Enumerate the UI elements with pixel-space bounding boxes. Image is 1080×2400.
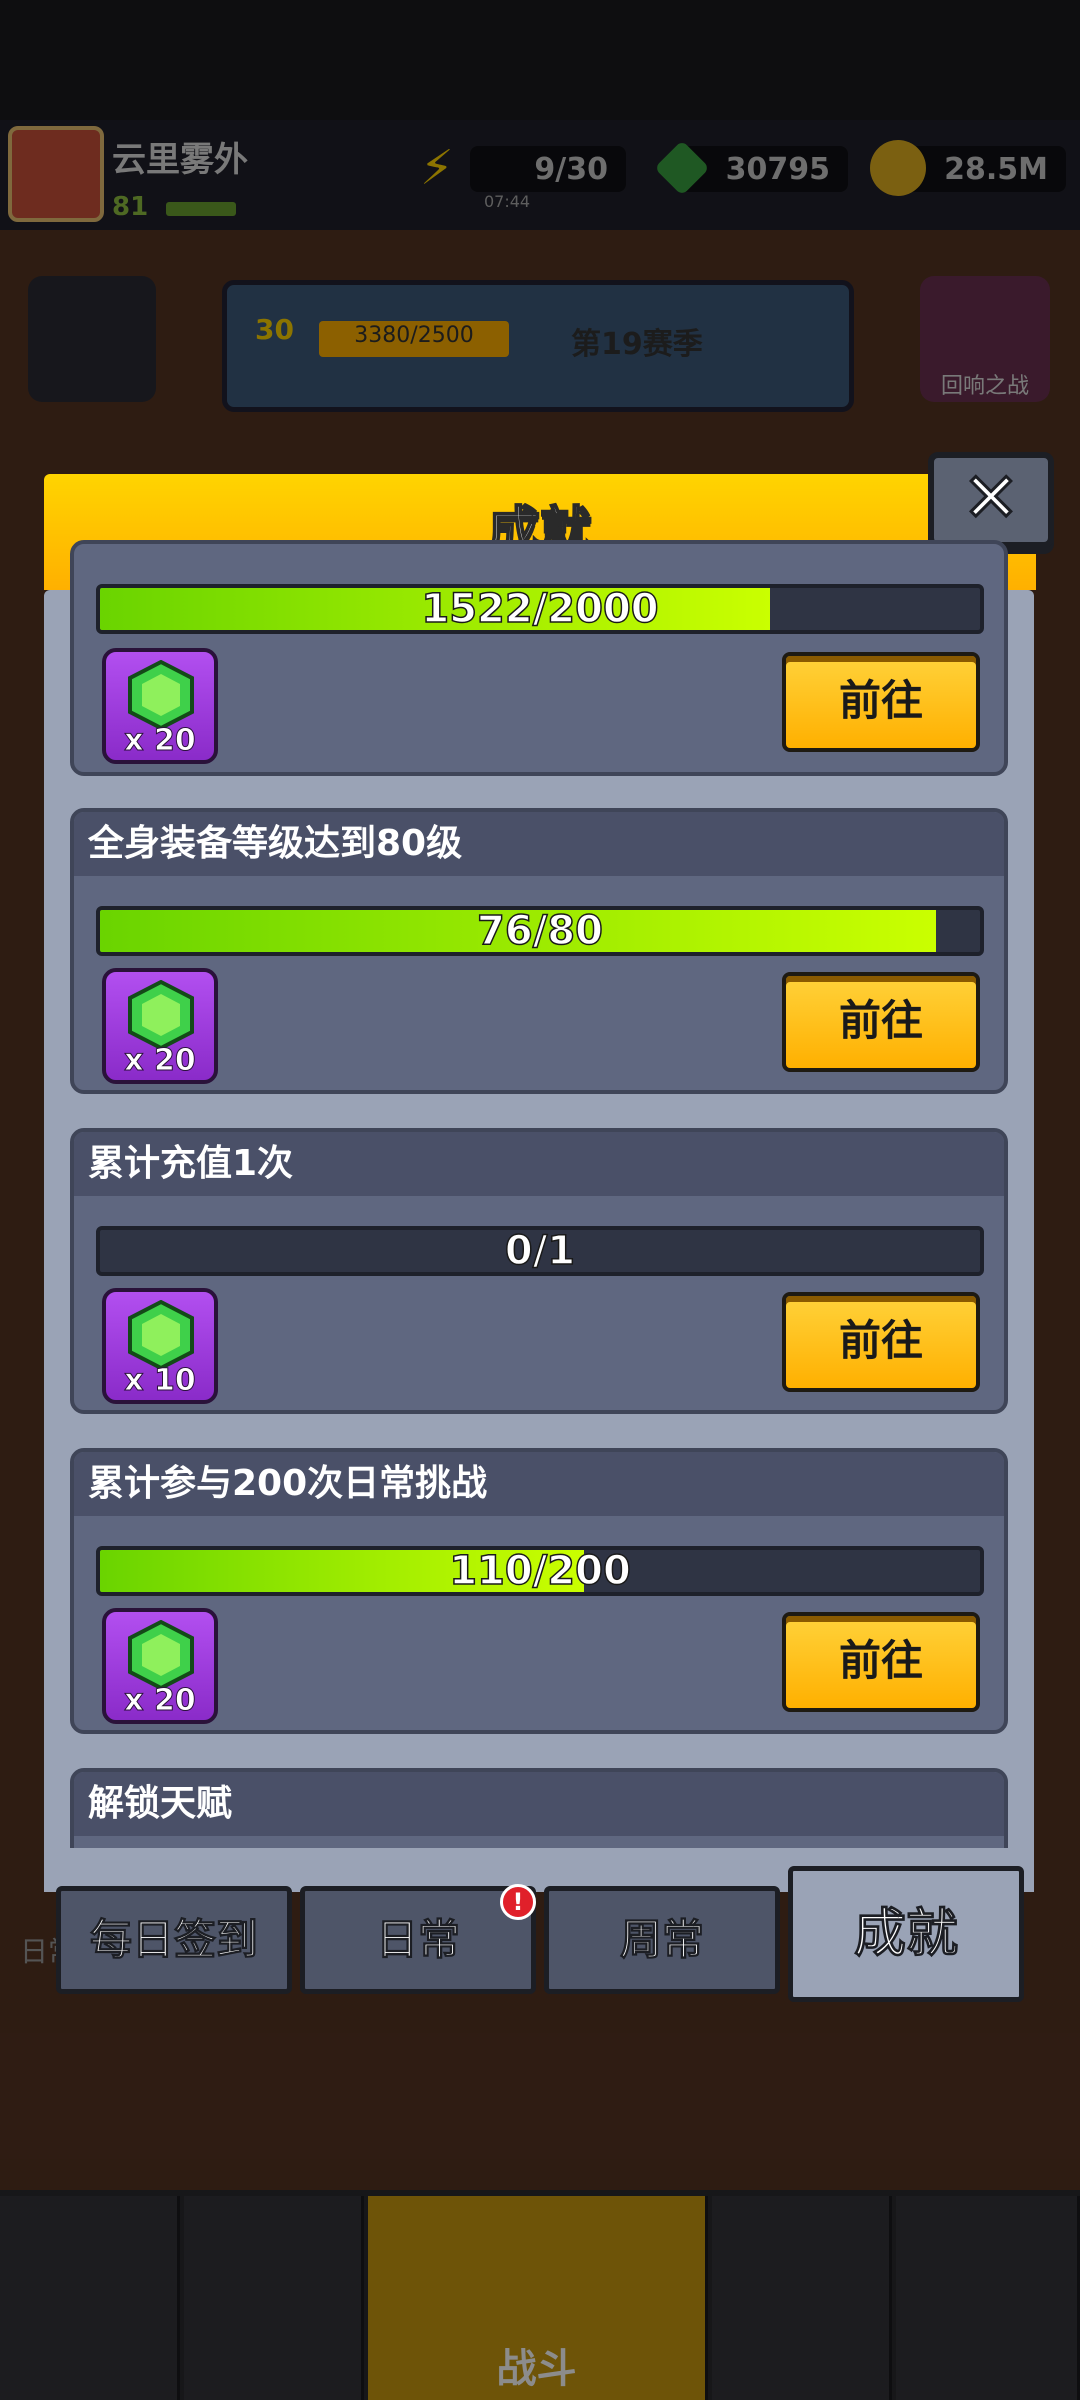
reward-gem[interactable]: x 20	[102, 1608, 218, 1724]
achievement-title: 解锁天赋	[88, 1783, 233, 1824]
progress-bar: 1522/2000	[96, 584, 984, 634]
achievement-card-1: 1522/2000 x 20 前往	[70, 540, 1008, 776]
card-header: 累计参与200次日常挑战	[74, 1452, 1004, 1516]
tab-weekly[interactable]: 周常	[544, 1886, 780, 1994]
card-header: 全身装备等级达到80级	[74, 812, 1004, 876]
tab-daily-checkin[interactable]: 每日签到	[56, 1886, 292, 1994]
achievement-card-2: 全身装备等级达到80级 76/80 x 20 前往	[70, 808, 1008, 1094]
alert-badge: !	[500, 1884, 536, 1920]
progress-bar: 110/200	[96, 1546, 984, 1596]
achievement-title: 累计充值1次	[88, 1143, 294, 1184]
go-button[interactable]: 前往	[782, 652, 980, 752]
tab-achievements[interactable]: 成就	[788, 1866, 1024, 2002]
reward-qty: x 20	[124, 1043, 197, 1079]
reward-qty: x 20	[124, 723, 197, 759]
card-header: 累计充值1次	[74, 1132, 1004, 1196]
reward-gem[interactable]: x 20	[102, 968, 218, 1084]
progress-text: 1522/2000	[421, 586, 660, 632]
card-header: 解锁天赋	[74, 1772, 1004, 1836]
achievement-card-3: 累计充值1次 0/1 x 10 前往	[70, 1128, 1008, 1414]
status-bar	[0, 0, 1080, 120]
achievement-card-4: 累计参与200次日常挑战 110/200 x 20 前往	[70, 1448, 1008, 1734]
reward-gem[interactable]: x 10	[102, 1288, 218, 1404]
gem-icon	[128, 660, 194, 730]
go-button[interactable]: 前往	[782, 972, 980, 1072]
go-button[interactable]: 前往	[782, 1292, 980, 1392]
close-button[interactable]: ✕	[928, 452, 1054, 548]
progress-text: 110/200	[448, 1548, 631, 1594]
progress-bar: 0/1	[96, 1226, 984, 1276]
achievement-title: 累计参与200次日常挑战	[88, 1463, 488, 1504]
gem-icon	[128, 980, 194, 1050]
go-button[interactable]: 前往	[782, 1612, 980, 1712]
gem-icon	[128, 1300, 194, 1370]
reward-qty: x 10	[124, 1363, 197, 1399]
progress-bar: 76/80	[96, 906, 984, 956]
gem-icon	[128, 1620, 194, 1690]
reward-qty: x 20	[124, 1683, 197, 1719]
close-icon: ✕	[961, 458, 1021, 540]
progress-text: 76/80	[476, 908, 603, 954]
reward-gem[interactable]: x 20	[102, 648, 218, 764]
achievement-title: 全身装备等级达到80级	[88, 823, 463, 864]
progress-text: 0/1	[504, 1228, 576, 1274]
